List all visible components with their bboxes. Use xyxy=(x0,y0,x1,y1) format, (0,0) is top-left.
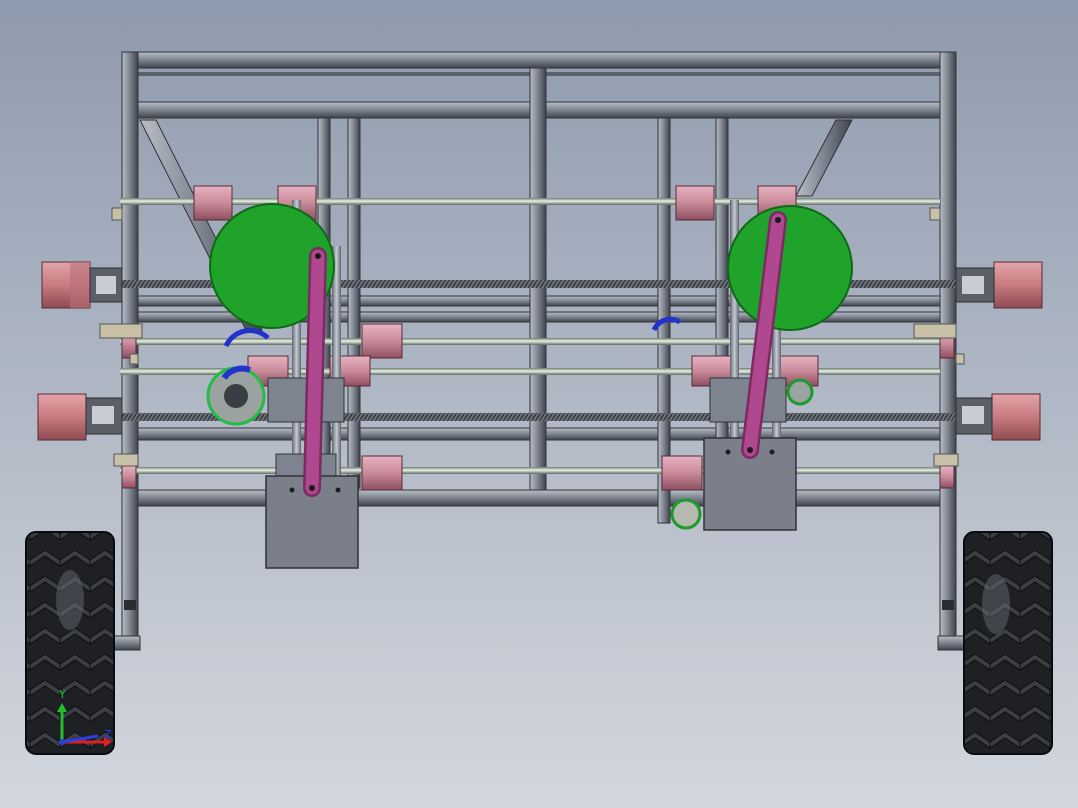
green-disc-right xyxy=(727,205,853,331)
stepper-motor-top-right xyxy=(955,261,1043,309)
stepper-motor-bottom-right xyxy=(955,393,1041,441)
stepper-motor-bottom-left xyxy=(37,393,123,441)
triad-y-label: Y xyxy=(58,688,66,701)
triad-z-label: Z xyxy=(104,728,112,741)
connecting-arm-left xyxy=(303,247,327,497)
cad-model-canvas[interactable]: Y Z xyxy=(0,0,1078,808)
cad-viewport[interactable]: Y Z xyxy=(0,0,1078,808)
wheel-right xyxy=(963,531,1053,755)
stepper-motor-top-left xyxy=(41,261,123,309)
wheel-left xyxy=(25,531,115,755)
